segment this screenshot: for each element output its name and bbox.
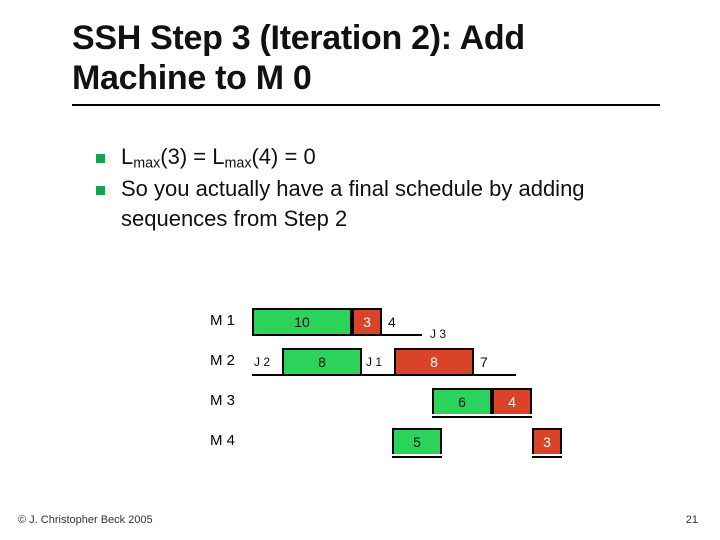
bar-m4-j2: 5 <box>392 428 442 454</box>
track-m3: 6 4 <box>252 388 532 416</box>
slide-number: 21 <box>686 514 698 526</box>
chart-row-m2: M 2 J 2 8 J 1 8 J 3 7 <box>210 348 562 388</box>
title-line-2: Machine to M 0 <box>72 59 312 97</box>
bullet-text-2: So you actually have a final schedule by… <box>121 174 641 233</box>
bullet-item: So you actually have a final schedule by… <box>96 174 720 233</box>
row-label-m1: M 1 <box>210 308 252 329</box>
bar-m2-j3-label: J 3 <box>428 320 458 348</box>
bar-m4-j1: 3 <box>532 428 562 454</box>
title-line-1: SSH Step 3 (Iteration 2): Add <box>72 19 525 57</box>
bar-m1-j3-label: 4 <box>386 308 422 336</box>
track-m4: 5 3 <box>252 428 562 456</box>
track-m1: 10 3 4 <box>252 308 422 336</box>
footer-copyright: © J. Christopher Beck 2005 <box>18 514 153 526</box>
bar-m2-j1: 8 <box>394 348 474 374</box>
bar-m3-j2: 6 <box>432 388 492 414</box>
chart-row-m1: M 1 10 3 4 <box>210 308 562 348</box>
chart-row-m4: M 4 5 3 <box>210 428 562 468</box>
bar-m2-j1-label: J 1 <box>364 348 394 376</box>
bullet-item: Lmax(3) = Lmax(4) = 0 <box>96 142 720 174</box>
title-underline <box>72 104 660 106</box>
bar-m2-j3-dur: 7 <box>478 348 516 376</box>
chart-row-m3: M 3 6 4 <box>210 388 562 428</box>
row-label-m4: M 4 <box>210 428 252 449</box>
track-m2: J 2 8 J 1 8 J 3 7 <box>252 348 516 376</box>
bar-m1-j2: 10 <box>252 308 352 334</box>
schedule-chart: M 1 10 3 4 M 2 J 2 8 J 1 8 J 3 7 M 3 6 4… <box>210 308 562 468</box>
slide-title: SSH Step 3 (Iteration 2): Add Machine to… <box>0 0 720 98</box>
bar-m3-j1: 4 <box>492 388 532 414</box>
bullet-icon <box>96 154 105 163</box>
bullet-icon <box>96 186 105 195</box>
bar-m2-j2-label: J 2 <box>252 348 282 376</box>
bar-m2-j2: 8 <box>282 348 362 374</box>
bar-m1-j1: 3 <box>352 308 382 334</box>
bullet-text-1: Lmax(3) = Lmax(4) = 0 <box>121 142 316 174</box>
row-label-m3: M 3 <box>210 388 252 409</box>
bullet-list: Lmax(3) = Lmax(4) = 0 So you actually ha… <box>96 142 720 233</box>
row-label-m2: M 2 <box>210 348 252 369</box>
